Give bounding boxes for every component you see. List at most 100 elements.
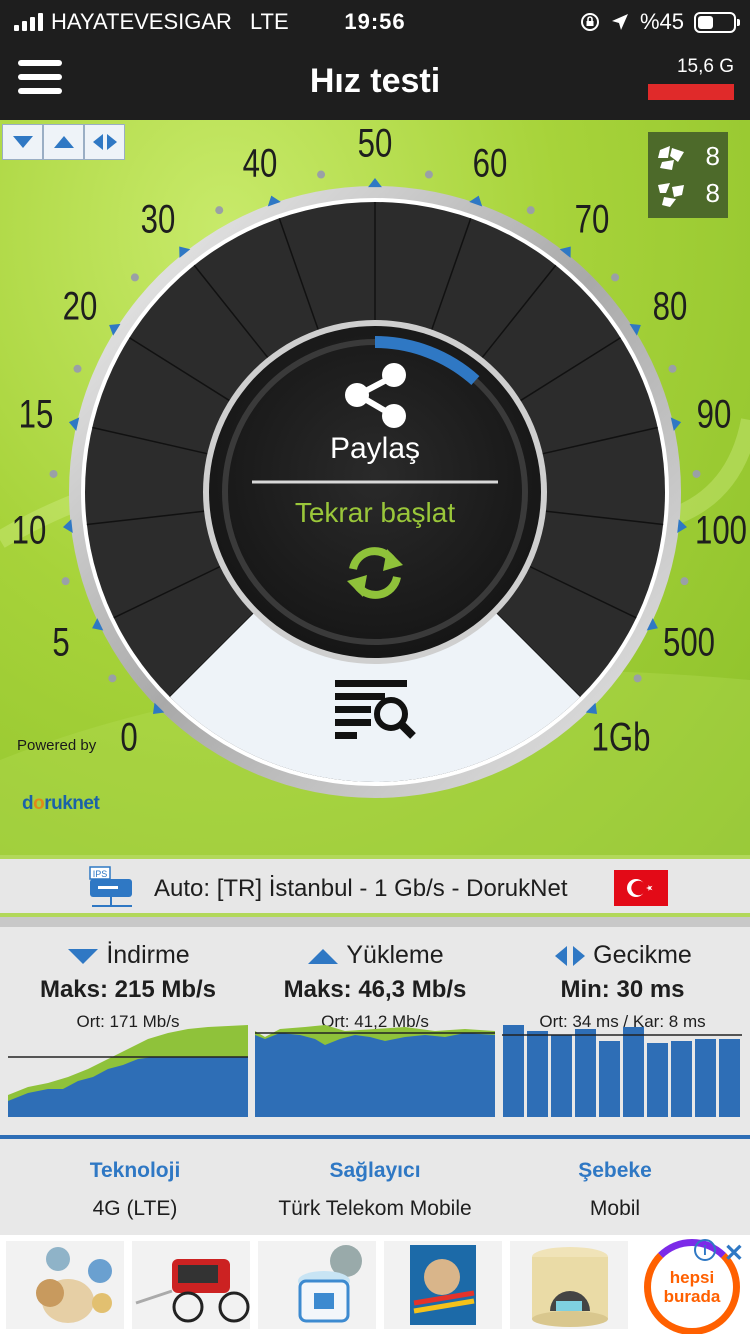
upload-title: Yükleme: [346, 941, 444, 969]
gauge-scale-label: 60: [472, 141, 508, 186]
status-bar: HAYATEVESIGAR LTE 19:56 %45: [0, 0, 750, 42]
upload-icon: [308, 948, 339, 964]
provider-value: Türk Telekom Mobile: [278, 1197, 472, 1220]
server-label: Auto: [TR] İstanbul - 1 Gb/s - DorukNet: [154, 875, 568, 902]
latency-bars: [502, 1025, 742, 1117]
gauge-minor-dot: [611, 273, 620, 282]
battery-icon: [694, 11, 740, 33]
triangle-down-icon: [12, 136, 33, 148]
ad-info-icon[interactable]: i: [694, 1239, 716, 1261]
gauge-minor-dot: [215, 206, 224, 215]
connection-info: Teknoloji 4G (LTE) Sağlayıcı Türk Teleko…: [0, 1135, 750, 1235]
gauge-minor-dot: [130, 273, 139, 282]
servers-icon: [658, 145, 684, 170]
triangle-up-icon: [53, 136, 74, 148]
ad-product-harness-image[interactable]: [384, 1241, 502, 1329]
gauge-minor-dot: [668, 364, 677, 373]
gauge-scale-label: 1Gb: [591, 715, 651, 760]
battery-percent: %45: [639, 9, 684, 34]
app-header: Hız testi 15,6 G: [0, 42, 750, 120]
gauge-minor-dot: [73, 364, 82, 373]
latency-stats: Gecikme Min: 30 ms Ort: 34 ms / Kar: 8 m…: [500, 941, 745, 1032]
network-value: Mobil: [589, 1197, 641, 1220]
brand-line-1: hepsi: [669, 1268, 715, 1287]
gauge-minor-dot: [526, 206, 535, 215]
ad-banner[interactable]: hepsi burada i ✕: [0, 1235, 750, 1334]
gauge-scale-label: 40: [242, 141, 278, 186]
stats-panel: İndirme Maks: 215 Mb/s Ort: 171 Mb/s Yük…: [0, 917, 750, 1135]
share-label[interactable]: Paylaş: [0, 432, 750, 466]
svg-text:IPS: IPS: [93, 869, 108, 879]
gauge-scale-label: 70: [574, 197, 610, 242]
gauge-minor-dot: [108, 674, 117, 683]
speed-gauge-area: 8 8 Paylaş Tekrar başlat 0 5 10 15 20 30 40 50 6…: [0, 120, 750, 855]
gauge-minor-dot: [317, 170, 326, 179]
upload-mode-button[interactable]: [43, 124, 84, 160]
gauge-minor-dot: [692, 469, 701, 478]
doruknet-logo[interactable]: doruknet: [22, 793, 100, 815]
ad-product-cat-bed-image[interactable]: [510, 1241, 628, 1329]
latency-mode-button[interactable]: [84, 124, 125, 160]
network-label: Şebeke: [578, 1159, 652, 1182]
gauge-scale-label: 90: [696, 392, 732, 437]
status-right: %45: [580, 9, 740, 35]
gauge-tick: [368, 178, 382, 188]
upload-max: Maks: 46,3 Mb/s: [283, 976, 467, 1003]
peers-icon: [658, 182, 684, 207]
download-icon: [68, 948, 99, 964]
ad-product-fountain-image[interactable]: [258, 1241, 376, 1329]
gauge-scale-label: 15: [18, 392, 54, 437]
gauge-scale-label: 5: [52, 620, 71, 665]
gauge-scale-label: 0: [120, 715, 138, 760]
turkey-flag-icon: [614, 870, 668, 906]
gauge-minor-dot: [424, 170, 433, 179]
rotation-lock-icon: [580, 13, 599, 31]
brand-line-2: burada: [663, 1287, 721, 1306]
restart-label[interactable]: Tekrar başlat: [0, 497, 750, 529]
download-title: İndirme: [106, 941, 190, 969]
provider-label: Sağlayıcı: [329, 1159, 421, 1182]
ad-product-trailer-image[interactable]: [132, 1241, 250, 1329]
gauge-minor-dot: [61, 577, 70, 586]
gauge-scale-label: 500: [662, 620, 715, 665]
download-max: Maks: 215 Mb/s: [39, 976, 217, 1003]
server-selector[interactable]: IPS Auto: [TR] İstanbul - 1 Gb/s - Doruk…: [0, 855, 750, 917]
download-stats: İndirme Maks: 215 Mb/s Ort: 171 Mb/s: [8, 941, 248, 1032]
gauge-minor-dot: [49, 469, 58, 478]
server-count: 8: [705, 141, 720, 171]
data-usage-bar: [648, 84, 734, 100]
provider-info: Sağlayıcı Türk Telekom Mobile: [250, 1159, 500, 1221]
gauge-minor-dot: [633, 674, 642, 683]
download-mode-button[interactable]: [2, 124, 43, 160]
location-icon: [611, 14, 628, 30]
technology-value: 4G (LTE): [92, 1197, 178, 1220]
server-icon: IPS: [89, 866, 132, 907]
gauge-scale-label: 100: [694, 508, 747, 553]
upload-stats: Yükleme Maks: 46,3 Mb/s Ort: 41,2 Mb/s: [255, 941, 495, 1032]
powered-by-label: Powered by: [17, 737, 97, 754]
server-counter: 8 8: [648, 132, 728, 218]
network-info: Şebeke Mobil: [490, 1159, 740, 1221]
left-right-arrows-icon: [92, 134, 117, 150]
gauge-minor-dot: [680, 577, 689, 586]
download-sparkline: [8, 1025, 248, 1117]
upload-sparkline: [255, 1025, 495, 1117]
gauge-hub: [209, 326, 541, 658]
peer-count: 8: [705, 178, 720, 208]
page-title: Hız testi: [309, 62, 441, 100]
gauge-scale-label: 50: [357, 121, 393, 166]
ad-product-dog-image[interactable]: [6, 1241, 124, 1329]
gauge-scale-label: 80: [652, 284, 688, 329]
gauge-scale-label: 30: [140, 197, 176, 242]
technology-info: Teknoloji 4G (LTE): [10, 1159, 260, 1221]
latency-title: Gecikme: [593, 941, 692, 969]
ad-close-icon[interactable]: ✕: [724, 1239, 744, 1268]
data-usage-value: 15,6 G: [676, 56, 734, 77]
gauge-scale-label: 20: [62, 284, 98, 329]
technology-label: Teknoloji: [89, 1159, 181, 1182]
gauge-scale-label: 10: [11, 508, 47, 553]
mode-buttons: [2, 124, 125, 160]
latency-min: Min: 30 ms: [560, 976, 685, 1003]
data-usage-indicator[interactable]: 15,6 G: [646, 56, 734, 100]
latency-icon: [555, 945, 586, 966]
